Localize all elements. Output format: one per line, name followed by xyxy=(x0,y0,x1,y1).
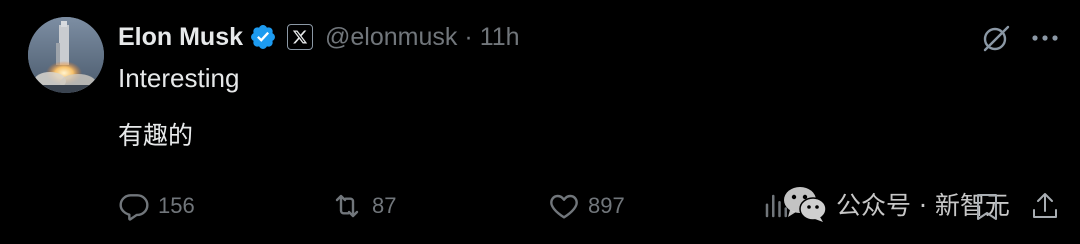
reply-count: 156 xyxy=(158,193,195,218)
tweet-text-line: Interesting xyxy=(118,63,240,93)
reply-icon xyxy=(119,194,149,221)
separator-dot: · xyxy=(464,22,473,51)
author-handle[interactable]: @elonmusk xyxy=(325,23,457,52)
share-icon[interactable] xyxy=(1030,190,1060,222)
tweet-card[interactable]: Elon Musk @elonmusk · 11h Interesting 有趣… xyxy=(0,0,1080,244)
reply-button[interactable]: 156 xyxy=(118,188,195,224)
tweet-header: Elon Musk @elonmusk · 11h xyxy=(118,20,520,54)
bookmark-icon[interactable] xyxy=(974,192,1000,222)
retweet-icon xyxy=(335,194,359,218)
grok-icon[interactable] xyxy=(981,23,1011,53)
retweet-button[interactable]: 87 xyxy=(330,188,396,224)
x-logo-icon[interactable] xyxy=(287,24,314,50)
verified-badge-icon[interactable] xyxy=(249,23,277,51)
avatar-image xyxy=(28,17,104,93)
like-count: 897 xyxy=(588,193,625,218)
more-options-icon[interactable] xyxy=(1030,28,1060,48)
heart-icon xyxy=(550,194,578,219)
retweet-count: 87 xyxy=(372,193,397,218)
tweet-text-line: 有趣的 xyxy=(118,121,194,150)
avatar[interactable] xyxy=(28,17,104,93)
like-button[interactable]: 897 xyxy=(548,188,625,224)
author-name[interactable]: Elon Musk xyxy=(118,23,243,52)
tweet-timestamp[interactable]: 11h xyxy=(480,23,520,52)
wechat-icon xyxy=(784,187,827,222)
